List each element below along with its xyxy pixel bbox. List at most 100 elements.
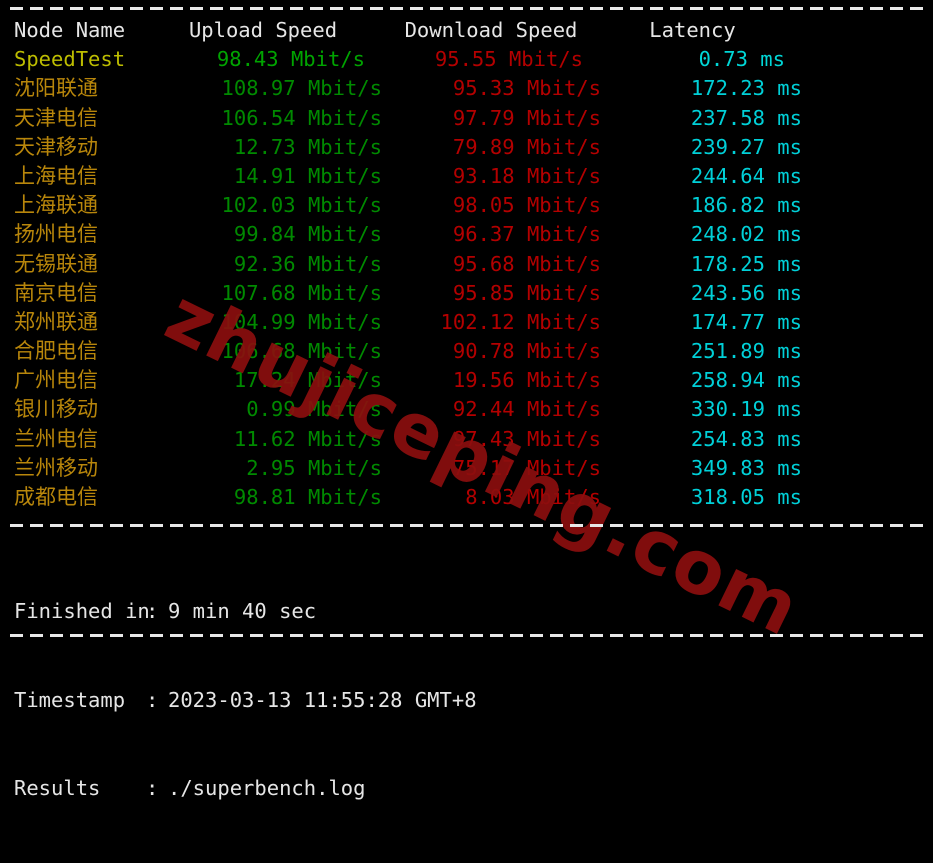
latency-value: 318.05 ms [690,485,802,509]
upload-speed-value: 98.43 Mbit/s [216,47,365,72]
upload-speed-value: 104.99 Mbit/s [221,309,382,334]
download-speed-value: 90.78 Mbit/s [452,339,601,364]
download-speed-value: 98.05 Mbit/s [452,193,601,218]
node-name: 天津电信 [14,105,98,130]
node-name: 无锡联通 [14,251,98,276]
download-speed-value: 79.89 Mbit/s [452,134,601,159]
upload-speed-value: 11.62 Mbit/s [233,426,382,451]
table-header-row: Node Name Upload Speed Download Speed La… [0,16,933,45]
timestamp-colon: : [146,687,159,712]
node-name: 扬州电信 [14,222,98,247]
download-speed-value: 96.37 Mbit/s [452,222,601,247]
table-row: 郑州联通 104.99 Mbit/s 102.12 Mbit/s 174.77 ms [0,308,933,337]
results-value: ./superbench.log [168,776,366,800]
table-row: 沈阳联通 108.97 Mbit/s 95.33 Mbit/s 172.23 ms [0,74,933,103]
node-name: 兰州移动 [14,455,98,480]
upload-speed-value: 106.54 Mbit/s [221,105,382,130]
download-speed-value: 93.18 Mbit/s [452,163,601,188]
latency-value: 254.83 ms [690,426,802,451]
download-speed-value: 95.33 Mbit/s [452,76,601,101]
download-speed-value: 95.55 Mbit/s [434,47,583,72]
download-speed-value: 19.56 Mbit/s [452,368,601,393]
upload-speed-value: 102.03 Mbit/s [221,193,382,218]
upload-speed-value: 17.24 Mbit/s [233,368,382,393]
finished-in-label: Finished in [14,599,150,623]
table-body: 沈阳联通 108.97 Mbit/s 95.33 Mbit/s 172.23 ms 天津… [0,74,933,512]
node-name: SpeedTest [14,47,126,72]
speedtest-results-table: Node Name Upload Speed Download Speed La… [0,16,933,512]
separator-top [10,7,923,10]
table-row: 广州电信 17.24 Mbit/s 19.56 Mbit/s 258.94 ms [0,366,933,395]
latency-value: 244.64 ms [690,163,802,188]
table-row: 成都电信 98.81 Mbit/s 8.03 Mbit/s 318.05 ms [0,483,933,512]
node-name: 广州电信 [14,368,98,393]
table-row: 天津电信 106.54 Mbit/s 97.79 Mbit/s 237.58 ms [0,104,933,133]
terminal-window: Node Name Upload Speed Download Speed La… [0,0,933,800]
upload-speed-value: 106.68 Mbit/s [221,339,382,364]
node-name: 兰州电信 [14,426,98,451]
latency-value: 178.25 ms [690,251,802,276]
upload-speed-value: 14.91 Mbit/s [233,163,382,188]
table-row: 扬州电信 99.84 Mbit/s 96.37 Mbit/s 248.02 ms [0,220,933,249]
node-name: 天津移动 [14,134,98,159]
summary-finished-in-row: Finished in : 9 min 40 sec [14,597,477,627]
download-speed-value: 95.68 Mbit/s [452,251,601,276]
latency-value: 186.82 ms [690,193,802,218]
node-name: 合肥电信 [14,339,98,364]
download-speed-value: 95.85 Mbit/s [452,280,601,305]
table-row: 南京电信 107.68 Mbit/s 95.85 Mbit/s 243.56 ms [0,279,933,308]
latency-value: 0.73 ms [698,47,785,72]
finished-in-colon: : [146,599,159,623]
column-header-node-name: Node Name [14,18,126,42]
column-header-upload-speed: Upload Speed [188,18,338,42]
latency-value: 237.58 ms [690,105,802,130]
latency-value: 258.94 ms [690,368,802,393]
finished-in-value: 9 min 40 sec [168,599,317,623]
summary-footer: Finished in : 9 min 40 sec Timestamp : 2… [14,538,477,863]
download-speed-value: 97.43 Mbit/s [452,426,601,451]
latency-value: 248.02 ms [690,222,802,247]
table-row: 上海联通 102.03 Mbit/s 98.05 Mbit/s 186.82 ms [0,191,933,220]
table-row: 上海电信 14.91 Mbit/s 93.18 Mbit/s 244.64 ms [0,162,933,191]
latency-value: 349.83 ms [690,455,802,480]
summary-results-row: Results : ./superbench.log [14,774,477,804]
node-name: 上海电信 [14,163,98,188]
column-header-download-speed: Download Speed [404,18,578,42]
latency-value: 330.19 ms [690,397,802,422]
table-row-speedtest: SpeedTest 98.43 Mbit/s 95.55 Mbit/s 0.73… [0,45,933,74]
table-row: 兰州电信 11.62 Mbit/s 97.43 Mbit/s 254.83 ms [0,425,933,454]
node-name: 南京电信 [14,280,98,305]
upload-speed-value: 2.95 Mbit/s [246,455,382,480]
table-row: 银川移动 0.99 Mbit/s 92.44 Mbit/s 330.19 ms [0,395,933,424]
upload-speed-value: 108.97 Mbit/s [221,76,382,101]
summary-timestamp-row: Timestamp : 2023-03-13 11:55:28 GMT+8 [14,686,477,716]
timestamp-value: 2023-03-13 11:55:28 GMT+8 [168,687,477,712]
timestamp-label: Timestamp [14,687,126,712]
latency-value: 239.27 ms [690,134,802,159]
download-speed-value: 75.17 Mbit/s [452,455,601,480]
upload-speed-value: 92.36 Mbit/s [233,251,382,276]
upload-speed-value: 0.99 Mbit/s [246,397,382,422]
node-name: 沈阳联通 [14,76,98,101]
upload-speed-value: 99.84 Mbit/s [233,222,382,247]
download-speed-value: 8.03 Mbit/s [465,485,601,509]
download-speed-value: 92.44 Mbit/s [452,397,601,422]
results-label: Results [14,776,101,800]
upload-speed-value: 98.81 Mbit/s [233,485,382,509]
separator-bottom [10,634,923,637]
separator-middle [10,524,923,527]
node-name: 成都电信 [14,485,98,509]
upload-speed-value: 12.73 Mbit/s [233,134,382,159]
latency-value: 251.89 ms [690,339,802,364]
upload-speed-value: 107.68 Mbit/s [221,280,382,305]
latency-value: 243.56 ms [690,280,802,305]
table-row: 合肥电信 106.68 Mbit/s 90.78 Mbit/s 251.89 ms [0,337,933,366]
node-name: 郑州联通 [14,309,98,334]
table-row: 兰州移动 2.95 Mbit/s 75.17 Mbit/s 349.83 ms [0,454,933,483]
table-row: 无锡联通 92.36 Mbit/s 95.68 Mbit/s 178.25 ms [0,250,933,279]
latency-value: 174.77 ms [690,309,802,334]
download-speed-value: 102.12 Mbit/s [440,309,601,334]
results-colon: : [146,776,159,800]
download-speed-value: 97.79 Mbit/s [452,105,601,130]
table-row: 天津移动 12.73 Mbit/s 79.89 Mbit/s 239.27 ms [0,133,933,162]
